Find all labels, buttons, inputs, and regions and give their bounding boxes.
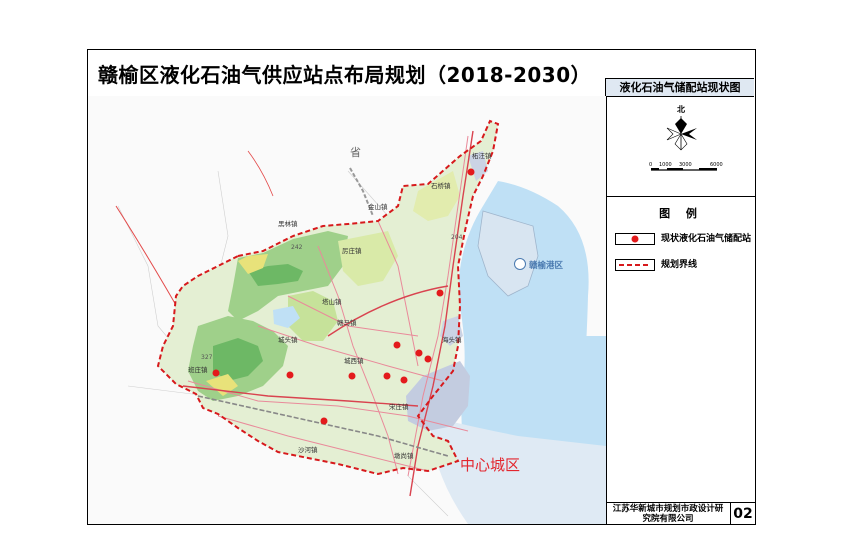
station-marker bbox=[320, 417, 328, 425]
station-marker bbox=[424, 355, 432, 363]
footer: 江苏华新城市规划市政设计研究院有限公司 02 bbox=[607, 502, 755, 525]
town-label-heilin: 黑林镇 bbox=[278, 219, 298, 228]
town-label-ganma: 赣马镇 bbox=[337, 318, 357, 327]
town-label-tashan: 塔山镇 bbox=[322, 297, 342, 306]
legend: 图 例 现状液化石油气储配站 规划界线 bbox=[607, 197, 755, 505]
scale-label-3000: 3000 bbox=[679, 162, 692, 168]
station-marker bbox=[400, 376, 408, 384]
map-subtitle: 液化石油气储配站现状图 bbox=[605, 78, 754, 96]
north-label: 北 bbox=[677, 104, 685, 114]
port-anchor-icon bbox=[514, 258, 526, 270]
station-marker bbox=[393, 341, 401, 349]
north-arrow-icon: 北 0 1000 3000 6000 bbox=[649, 104, 723, 171]
station-marker bbox=[415, 349, 423, 357]
map-title: 赣榆区液化石油气供应站点布局规划（2018-2030） bbox=[98, 63, 592, 87]
station-swatch bbox=[615, 233, 655, 245]
town-label-zhewang: 柘汪镇 bbox=[472, 151, 492, 160]
company-name: 江苏华新城市规划市政设计研究院有限公司 bbox=[612, 504, 724, 524]
town-label-dunshang: 墩尚镇 bbox=[394, 451, 414, 460]
boundary-swatch bbox=[615, 259, 655, 271]
scale-label-0: 0 bbox=[649, 162, 652, 168]
town-label-chengxi: 城西镇 bbox=[344, 356, 364, 365]
province-label: 省 bbox=[350, 146, 361, 159]
title-bar: 赣榆区液化石油气供应站点布局规划（2018-2030） 液化石油气储配站现状图 bbox=[88, 50, 754, 97]
map-frame: 赣榆区液化石油气供应站点布局规划（2018-2030） 液化石油气储配站现状图 bbox=[87, 49, 756, 525]
town-label-banzhuang: 班庄镇 bbox=[188, 365, 208, 374]
station-marker bbox=[286, 371, 294, 379]
town-label-chengtou: 城头镇 bbox=[278, 335, 298, 344]
sheet-number: 02 bbox=[730, 503, 755, 525]
district-label: 中心城区 bbox=[460, 456, 520, 474]
map-panel: 赣榆港区 柘汪镇 石桥镇 金山镇 黑林镇 厉庄镇 海头镇 班庄镇 塔山镇 赣马镇… bbox=[88, 96, 607, 524]
scale-bar: 0 1000 3000 6000 bbox=[649, 162, 723, 168]
legend-title: 图 例 bbox=[659, 207, 703, 220]
station-marker bbox=[348, 372, 356, 380]
station-marker bbox=[436, 289, 444, 297]
town-label-shiqiao: 石桥镇 bbox=[431, 181, 451, 190]
legend-label-station: 现状液化石油气储配站 bbox=[661, 234, 752, 244]
scale-label-6000: 6000 bbox=[710, 162, 723, 168]
road-number-242: 242 bbox=[291, 244, 303, 251]
town-label-lizhuang: 厉庄镇 bbox=[342, 246, 362, 255]
station-marker bbox=[467, 168, 475, 176]
legend-label-boundary: 规划界线 bbox=[661, 260, 698, 270]
town-label-shahe: 沙河镇 bbox=[298, 445, 318, 454]
town-label-songzhuang: 宋庄镇 bbox=[389, 402, 409, 411]
station-marker bbox=[383, 372, 391, 380]
compass-box: 北 0 1000 3000 6000 bbox=[607, 96, 755, 197]
station-marker bbox=[212, 369, 220, 377]
sidebar: 北 0 1000 3000 6000 图 例 现状液化石油气储配站 规划界线 江… bbox=[607, 96, 755, 525]
map-canvas: 赣榆港区 柘汪镇 石桥镇 金山镇 黑林镇 厉庄镇 海头镇 班庄镇 塔山镇 赣马镇… bbox=[88, 96, 606, 524]
road-number-327: 327 bbox=[201, 354, 213, 361]
port-label: 赣榆港区 bbox=[529, 260, 564, 271]
town-label-haitou: 海头镇 bbox=[442, 335, 462, 344]
scale-label-1000: 1000 bbox=[659, 162, 672, 168]
town-label-jinshan: 金山镇 bbox=[368, 202, 388, 211]
road-number-204: 204 bbox=[451, 234, 463, 241]
